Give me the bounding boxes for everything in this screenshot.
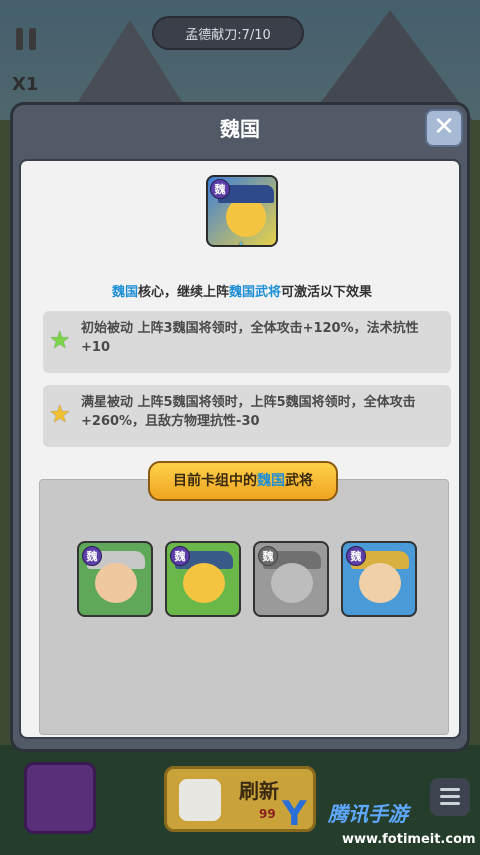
effect-max-star: ★ 满星被动 上阵5魏国将领时，上阵5魏国将领时，全体攻击+260%，且敌方物理…	[43, 385, 451, 447]
desc-faction: 魏国	[111, 285, 138, 300]
star-icon: ★	[231, 240, 251, 246]
general-card-locked[interactable]: 魏	[253, 541, 329, 617]
watermark: Y 腾讯手游 www.fotimeit.com	[282, 790, 476, 852]
hero-face	[226, 197, 266, 237]
faction-badge: 魏	[82, 546, 102, 566]
card-face	[359, 563, 401, 603]
team-title-prefix: 目前卡组中的	[173, 473, 257, 489]
desc-generals: 魏国武将	[229, 285, 282, 300]
gold-star-icon: ★	[49, 400, 71, 428]
green-star-icon: ★	[49, 326, 71, 354]
event-progress: 孟德献刀:7/10	[152, 16, 304, 50]
card-face	[95, 563, 137, 603]
watermark-logo: Y	[282, 794, 307, 834]
faction-badge: 魏	[346, 546, 366, 566]
team-title-suffix: 武将	[285, 473, 313, 489]
team-title: 目前卡组中的魏国武将	[148, 461, 338, 501]
effect-text: 初始被动 上阵3魏国将领时，全体攻击+120%，法术抗性+10	[81, 321, 419, 355]
faction-badge: 魏	[170, 546, 190, 566]
skill-button[interactable]	[24, 762, 96, 834]
desc-text-end: 可激活以下效果	[281, 285, 373, 300]
refresh-cost: 99	[259, 807, 276, 821]
card-face	[183, 563, 225, 603]
modal-body: 魏 ★ 魏国核心，继续上阵魏国武将可激活以下效果 ★ 初始被动 上阵3魏国将领时…	[19, 159, 461, 739]
general-card[interactable]: 魏	[77, 541, 153, 617]
team-title-faction: 魏国	[257, 473, 285, 489]
watermark-url: www.fotimeit.com	[342, 832, 476, 847]
general-card[interactable]: 魏	[341, 541, 417, 617]
general-card[interactable]: 魏	[165, 541, 241, 617]
close-button[interactable]: ✕	[425, 109, 463, 147]
faction-badge: 魏	[258, 546, 278, 566]
pause-button[interactable]	[14, 26, 40, 52]
refresh-label: 刷新	[239, 779, 279, 803]
speed-toggle[interactable]: X1	[12, 74, 38, 95]
card-face	[271, 563, 313, 603]
modal-title: 魏国	[220, 117, 260, 141]
faction-description: 魏国核心，继续上阵魏国武将可激活以下效果	[21, 281, 463, 300]
effect-initial: ★ 初始被动 上阵3魏国将领时，全体攻击+120%，法术抗性+10	[43, 311, 451, 373]
watermark-site-name: 腾讯手游	[328, 802, 408, 826]
desc-text: 核心，继续上阵	[137, 285, 229, 300]
dice-icon	[179, 779, 221, 821]
faction-core-portrait: 魏 ★	[206, 175, 278, 247]
effect-text: 满星被动 上阵5魏国将领时，上阵5魏国将领时，全体攻击+260%，且敌方物理抗性…	[81, 395, 416, 429]
faction-modal: 魏国 ✕ 魏 ★ 魏国核心，继续上阵魏国武将可激活以下效果 ★ 初始被动 上阵3…	[10, 102, 470, 752]
faction-badge: 魏	[210, 179, 230, 199]
